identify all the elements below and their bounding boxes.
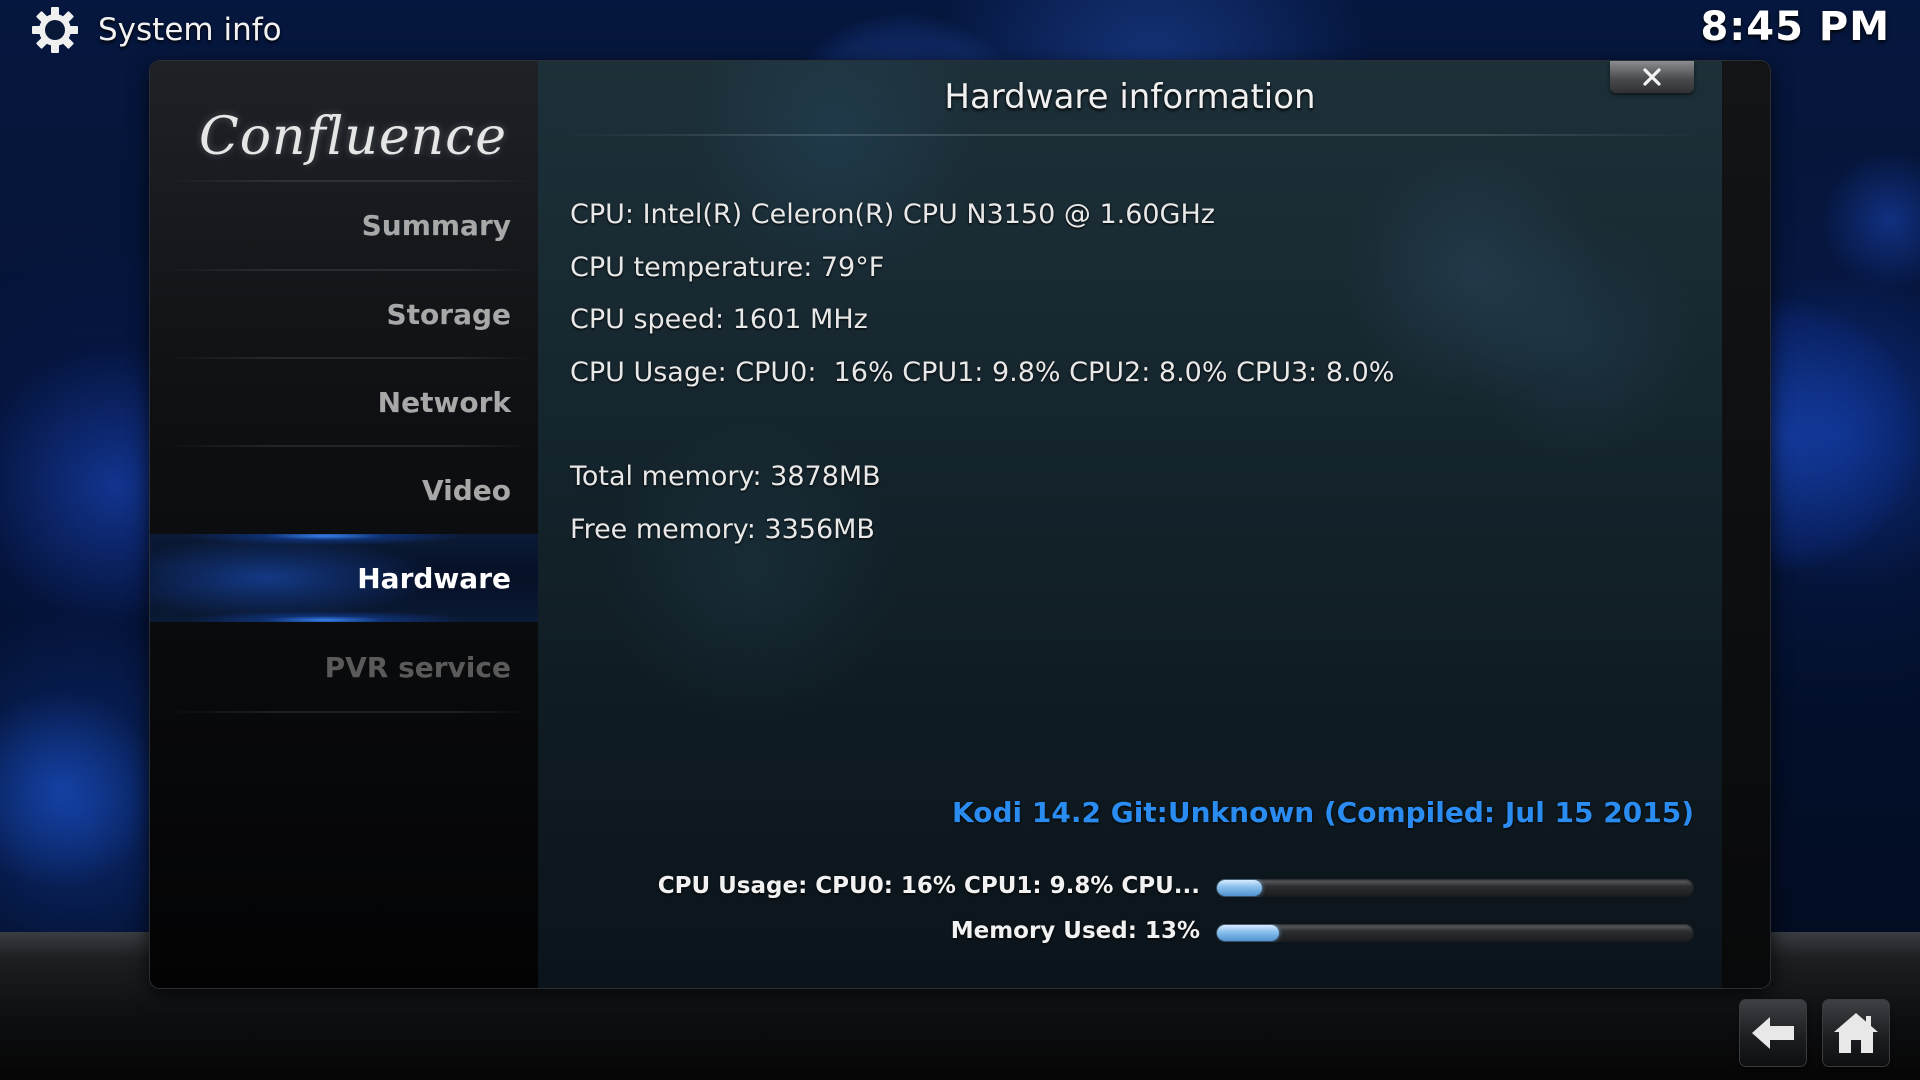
background-bokeh — [0, 690, 160, 890]
sidebar-item-label: Video — [421, 473, 511, 507]
close-icon — [1643, 68, 1661, 86]
memory-used-bar-fill — [1217, 925, 1279, 941]
sidebar-item-label: Storage — [386, 297, 511, 331]
sidebar-item-network[interactable]: Network — [150, 358, 538, 446]
sidebar-item-summary[interactable]: Summary — [150, 181, 538, 269]
sidebar-item-label: Summary — [361, 208, 511, 242]
home-icon — [1834, 1013, 1878, 1053]
memory-used-bar — [1216, 924, 1694, 942]
build-info: Kodi 14.2 Git:Unknown (Compiled: Jul 15 … — [952, 796, 1694, 829]
dialog-right-edge — [1722, 61, 1770, 988]
home-button[interactable] — [1823, 1000, 1889, 1066]
back-arrow-icon — [1752, 1017, 1794, 1049]
sidebar-item-storage[interactable]: Storage — [150, 270, 538, 358]
confluence-logo: Confluence — [198, 107, 508, 167]
clock: 8:45 PM — [1700, 4, 1890, 50]
cpu-temperature: CPU temperature: 79°F — [570, 252, 885, 283]
sidebar-item-label: PVR service — [324, 650, 511, 684]
close-button[interactable] — [1610, 61, 1694, 93]
sidebar-item-label: Network — [377, 385, 511, 419]
sidebar-item-pvr-service[interactable]: PVR service — [150, 623, 538, 711]
cpu-usage: CPU Usage: CPU0: 16% CPU1: 9.8% CPU2: 8.… — [570, 357, 1395, 388]
title-separator — [558, 134, 1708, 136]
cpu-usage-label: CPU Usage: CPU0: 16% CPU1: 9.8% CPU... — [657, 873, 1200, 899]
back-button[interactable] — [1740, 1000, 1806, 1066]
window-header: System info — [30, 6, 282, 54]
sidebar: Confluence Summary Storage Network Video… — [150, 61, 538, 988]
cpu-speed: CPU speed: 1601 MHz — [570, 304, 868, 335]
cpu-usage-bar-fill — [1217, 880, 1262, 896]
nav-separator — [162, 711, 532, 713]
dialog-title: Hardware information — [944, 77, 1316, 117]
sidebar-item-hardware[interactable]: Hardware — [150, 534, 538, 622]
total-memory: Total memory: 3878MB — [570, 461, 881, 492]
window-title: System info — [98, 12, 282, 48]
background-bokeh — [1820, 150, 1920, 290]
free-memory: Free memory: 3356MB — [570, 514, 875, 545]
screen: System info 8:45 PM Confluence Summary S… — [0, 0, 1920, 1080]
system-info-dialog: Confluence Summary Storage Network Video… — [150, 61, 1770, 988]
gear-icon — [32, 7, 78, 53]
cpu-model: CPU: Intel(R) Celeron(R) CPU N3150 @ 1.6… — [570, 199, 1215, 230]
cpu-usage-bar — [1216, 879, 1694, 897]
sidebar-item-label: Hardware — [357, 561, 511, 595]
content-panel: Hardware information CPU: Intel(R) Celer… — [538, 61, 1722, 988]
sidebar-item-video[interactable]: Video — [150, 446, 538, 534]
memory-used-label: Memory Used: 13% — [950, 918, 1200, 944]
